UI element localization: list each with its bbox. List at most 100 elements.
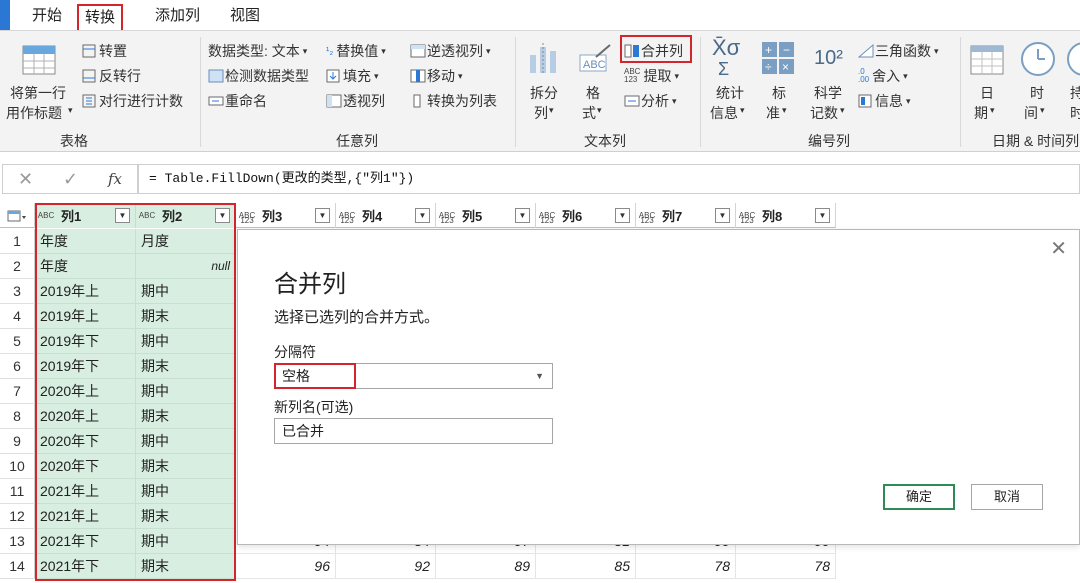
rounding-button[interactable]: .0.00 舍入 ▾ [858,66,908,86]
detect-type-button[interactable]: 检测数据类型 [208,66,309,86]
new-column-name-input[interactable]: 已合并 [274,418,553,444]
table-menu-icon [7,210,26,221]
row-number[interactable]: 10 [0,454,35,479]
group-separator [960,37,961,147]
rename-icon [208,94,224,108]
use-first-row-button[interactable]: 将第一行 用作标题 ▾ [6,39,73,121]
cancel-formula-icon[interactable]: ✕ [18,169,33,190]
file-tab-accent[interactable] [0,0,10,30]
table-menu-button[interactable] [0,203,35,228]
table-cell[interactable]: 89 [436,554,536,579]
group-label-table: 表格 [60,133,88,149]
column-header[interactable]: ABC 123 列3 ▼ [236,203,336,228]
unpivot-button[interactable]: 逆透视列 ▾ [410,41,491,61]
ok-button[interactable]: 确定 [883,484,955,510]
cancel-button[interactable]: 取消 [971,484,1043,510]
close-icon[interactable]: ✕ [1050,236,1067,261]
table-cell[interactable]: 96 [236,554,336,579]
transpose-button[interactable]: 转置 [82,41,127,61]
reverse-rows-label: 反转行 [99,68,141,84]
row-number[interactable]: 7 [0,379,35,404]
column-filter-dropdown-icon[interactable]: ▼ [715,208,730,223]
count-rows-button[interactable]: 对行进行计数 [82,91,183,111]
row-number[interactable]: 14 [0,554,35,579]
statistics-button[interactable]: X̄σ Σ 统计 信息 ▾ [706,37,752,122]
column-filter-dropdown-icon[interactable]: ▼ [815,208,830,223]
column-filter-dropdown-icon[interactable]: ▼ [315,208,330,223]
row-number[interactable]: 11 [0,479,35,504]
column-header[interactable]: ABC 123 列6 ▼ [536,203,636,228]
tab-view[interactable]: 视图 [224,4,266,30]
parse-button[interactable]: 分析 ▾ [624,91,677,111]
confirm-formula-icon[interactable]: ✓ [63,169,78,190]
table-cell[interactable]: 92 [336,554,436,579]
replace-values-button[interactable]: ¹₂ 替换值 ▾ [326,41,386,61]
parse-label: 分析 [641,93,669,109]
table-header-icon [22,45,56,75]
dialog-title: 合并列 [274,271,346,298]
row-number[interactable]: 13 [0,529,35,554]
fill-down-icon [326,69,340,83]
column-filter-dropdown-icon[interactable]: ▼ [615,208,630,223]
tab-home[interactable]: 开始 [26,4,68,30]
standard-button[interactable]: + − ÷ × 标 准 ▾ [756,39,800,121]
row-number[interactable]: 5 [0,329,35,354]
column-header[interactable]: ABC 123 列7 ▼ [636,203,736,228]
column-header[interactable]: ABC 123 列8 ▼ [736,203,836,228]
duration-label-1: 持 [1070,85,1080,101]
time-button[interactable]: 时 间 ▾ [1016,39,1060,121]
type-icon-number: 123 [240,215,254,225]
column-name: 列8 [762,209,783,224]
chevron-down-icon: ▼ [535,371,544,381]
table-cell[interactable]: 78 [636,554,736,579]
table-cell[interactable]: 85 [536,554,636,579]
date-button[interactable]: 日 期 ▾ [966,39,1010,121]
fill-button[interactable]: 填充 ▾ [326,66,379,86]
row-number[interactable]: 12 [0,504,35,529]
row-number[interactable]: 2 [0,254,35,279]
move-icon [410,69,426,83]
column-name: 列7 [662,209,683,224]
split-column-button[interactable]: 拆分 列 ▾ [522,39,566,121]
format-icon: ABC [579,44,611,72]
row-number[interactable]: 9 [0,429,35,454]
rename-button[interactable]: 重命名 [208,91,267,111]
row-number[interactable]: 6 [0,354,35,379]
replace-values-label: 替换值 [336,43,379,59]
data-type-dropdown[interactable]: 数据类型: 文本 ▾ [208,41,307,61]
column-header[interactable]: ABC 123 列5 ▼ [436,203,536,228]
column-filter-dropdown-icon[interactable]: ▼ [415,208,430,223]
info-label: 信息 [875,93,903,109]
tab-transform[interactable]: 转换 [77,4,124,30]
column-header[interactable]: ABC 123 列4 ▼ [336,203,436,228]
reverse-rows-button[interactable]: 反转行 [82,66,141,86]
type-icon-number: 123 [740,215,754,225]
duration-button[interactable]: 持 时 [1064,39,1080,121]
time-label-1: 时 [1030,85,1044,101]
trig-button[interactable]: 三角函数 ▾ [857,41,939,61]
table-cell[interactable]: 78 [736,554,836,579]
extract-button[interactable]: ABC 123 提取 ▾ [624,66,679,86]
formula-input[interactable]: = Table.FillDown(更改的类型,{"列1"}) [138,164,1080,194]
scientific-button[interactable]: 10² 科学 记数 ▾ [806,39,854,121]
move-button[interactable]: 移动 ▾ [410,66,463,86]
formula-bar: ✕ ✓ fx = Table.FillDown(更改的类型,{"列1"}) [0,160,1080,198]
fx-icon[interactable]: fx [108,170,122,188]
column-filter-dropdown-icon[interactable]: ▼ [515,208,530,223]
to-list-button[interactable]: 转换为列表 [410,91,497,111]
pivot-label: 透视列 [343,93,385,109]
selected-columns-highlight [35,203,236,581]
pivot-icon [326,94,342,108]
row-number[interactable]: 1 [0,229,35,254]
type-icon-number: 123 [640,215,654,225]
row-number[interactable]: 8 [0,404,35,429]
row-number[interactable]: 3 [0,279,35,304]
tab-add-column[interactable]: 添加列 [149,4,206,30]
data-type-label: 数据类型: 文本 [208,43,300,59]
info-button[interactable]: 信息 ▾ [858,91,911,111]
format-button[interactable]: ABC 格 式 ▾ [572,39,616,121]
pivot-button[interactable]: 透视列 [326,91,385,111]
date-label-1: 日 [980,85,994,101]
row-number[interactable]: 4 [0,304,35,329]
chevron-down-icon: ▾ [990,105,995,115]
